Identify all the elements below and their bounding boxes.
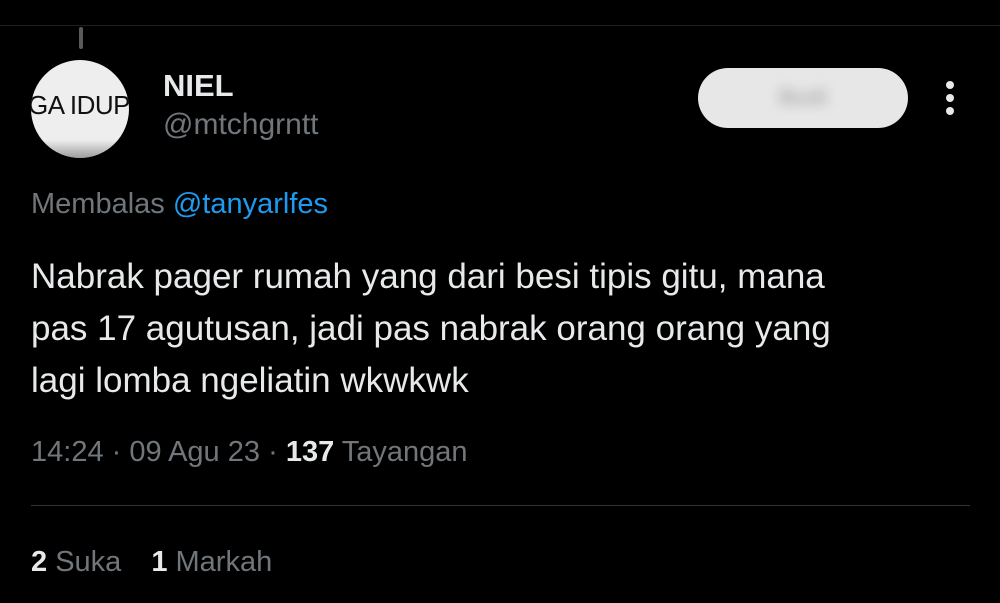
likes-label: Suka bbox=[55, 546, 122, 578]
display-name[interactable]: NIEL bbox=[163, 68, 234, 104]
reply-context: Membalas @tanyarlfes bbox=[31, 188, 328, 221]
more-options-button[interactable] bbox=[930, 78, 970, 118]
avatar[interactable]: GA IDUP bbox=[31, 60, 129, 158]
avatar-shade bbox=[31, 140, 129, 158]
top-divider bbox=[0, 25, 1000, 26]
user-handle[interactable]: @mtchgrntt bbox=[163, 108, 319, 142]
meta-separator: · bbox=[111, 436, 122, 468]
follow-button[interactable]: Ikuti bbox=[698, 68, 908, 128]
tweet-meta: 14:24 · 09 Agu 23 · 137 Tayangan bbox=[31, 436, 468, 469]
likes-stat[interactable]: 2 Suka bbox=[31, 546, 121, 579]
bookmarks-count: 1 bbox=[151, 546, 168, 578]
bookmarks-stat[interactable]: 1 Markah bbox=[151, 546, 272, 579]
views-count: 137 bbox=[285, 436, 335, 468]
reply-prefix: Membalas bbox=[31, 188, 165, 220]
bookmarks-label: Markah bbox=[175, 546, 273, 578]
thread-connector-line bbox=[79, 27, 83, 49]
follow-button-label: Ikuti bbox=[778, 84, 828, 111]
divider bbox=[31, 505, 970, 506]
more-vertical-icon bbox=[946, 81, 954, 115]
likes-count: 2 bbox=[31, 546, 48, 578]
tweet-date[interactable]: 09 Agu 23 bbox=[129, 436, 260, 468]
meta-separator: · bbox=[268, 436, 278, 468]
tweet-time[interactable]: 14:24 bbox=[31, 436, 104, 468]
reply-mention-link[interactable]: @tanyarlfes bbox=[173, 188, 328, 220]
avatar-text: GA IDUP bbox=[31, 89, 129, 120]
tweet-text: Nabrak pager rumah yang dari besi tipis … bbox=[31, 257, 831, 400]
engagement-stats: 2 Suka 1 Markah bbox=[31, 546, 272, 579]
views-label: Tayangan bbox=[341, 436, 468, 468]
